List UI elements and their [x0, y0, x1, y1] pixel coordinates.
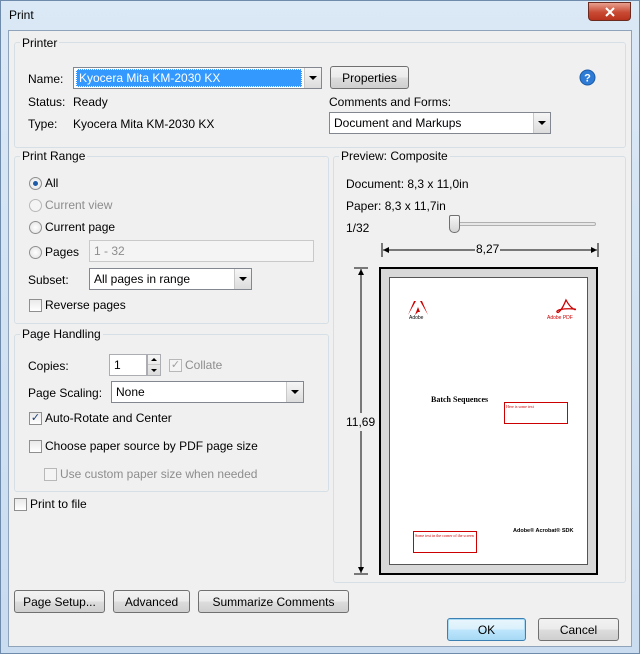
- height-dimension-label: 11,69: [346, 413, 376, 431]
- svg-text:?: ?: [584, 73, 591, 85]
- reverse-pages-label[interactable]: Reverse pages: [45, 298, 126, 312]
- name-label: Name:: [28, 72, 64, 86]
- auto-rotate-label[interactable]: Auto-Rotate and Center: [45, 411, 172, 425]
- page-slider-thumb[interactable]: [449, 215, 460, 233]
- paper-source-checkbox[interactable]: [29, 440, 42, 453]
- pages-range-input: 1 - 32: [89, 240, 314, 262]
- annotation-text-2: Some text in the corner of the screen: [415, 533, 474, 538]
- comments-forms-value: Document and Markups: [334, 116, 462, 130]
- properties-button[interactable]: Properties: [330, 66, 409, 89]
- page-indicator: 1/32: [346, 221, 370, 235]
- reverse-pages-checkbox[interactable]: [29, 299, 42, 312]
- auto-rotate-checkbox[interactable]: ✓: [29, 412, 42, 425]
- summarize-comments-button[interactable]: Summarize Comments: [198, 590, 349, 613]
- help-icon[interactable]: ?: [579, 69, 596, 86]
- print-to-file-checkbox[interactable]: [14, 498, 27, 511]
- copies-input[interactable]: 1: [109, 354, 147, 376]
- chevron-down-icon[interactable]: [533, 113, 550, 133]
- paper-size-text: Paper: 8,3 x 11,7in: [346, 199, 446, 213]
- custom-paper-size-checkbox: [44, 468, 57, 481]
- subset-select[interactable]: All pages in range: [89, 268, 252, 290]
- page-preview-sheet: Adobe Adobe PDF Batch Sequences Here is …: [389, 277, 588, 565]
- advanced-button[interactable]: Advanced: [113, 590, 190, 613]
- pdf-logo-text: Adobe PDF: [547, 315, 573, 321]
- printer-name-select[interactable]: Kyocera Mita KM-2030 KX: [73, 67, 322, 89]
- paper-source-label[interactable]: Choose paper source by PDF page size: [45, 439, 258, 453]
- collate-label: Collate: [185, 358, 223, 372]
- page-scaling-value: None: [116, 385, 145, 399]
- window-title: Print: [9, 8, 34, 22]
- pdf-logo-icon: [556, 298, 577, 314]
- radio-pages-label[interactable]: Pages: [45, 245, 79, 259]
- radio-current-view: [29, 199, 42, 212]
- page-heading: Batch Sequences: [431, 395, 489, 404]
- type-label: Type:: [28, 117, 58, 131]
- page-scaling-label: Page Scaling:: [28, 386, 103, 400]
- radio-pages[interactable]: [29, 246, 42, 259]
- status-label: Status:: [28, 95, 66, 109]
- adobe-logo-icon: [408, 301, 428, 315]
- comments-forms-label: Comments and Forms:: [329, 95, 452, 109]
- cancel-button[interactable]: Cancel: [538, 618, 619, 641]
- print-range-label: Print Range: [20, 149, 88, 163]
- radio-all[interactable]: [29, 177, 42, 190]
- printer-group-label: Printer: [20, 36, 60, 50]
- document-size-text: Document: 8,3 x 11,0in: [346, 177, 469, 191]
- annotation-box-1: Here is some text: [504, 402, 568, 424]
- type-value: Kyocera Mita KM-2030 KX: [73, 117, 215, 131]
- subset-label: Subset:: [28, 273, 69, 287]
- chevron-down-icon[interactable]: [286, 382, 303, 402]
- radio-current-page-label[interactable]: Current page: [45, 220, 115, 234]
- dialog-client-area: Printer Name: Kyocera Mita KM-2030 KX Pr…: [8, 30, 632, 647]
- annotation-box-2: Some text in the corner of the screen: [413, 531, 477, 553]
- width-dimension-label: 8,27: [475, 242, 501, 256]
- chevron-down-icon[interactable]: [234, 269, 251, 289]
- ok-button[interactable]: OK: [447, 618, 526, 641]
- subset-value: All pages in range: [94, 272, 191, 286]
- page-preview-frame: Adobe Adobe PDF Batch Sequences Here is …: [379, 267, 598, 575]
- radio-current-page[interactable]: [29, 221, 42, 234]
- custom-paper-size-label: Use custom paper size when needed: [60, 467, 258, 481]
- page-scaling-select[interactable]: None: [111, 381, 304, 403]
- close-button[interactable]: [588, 2, 631, 21]
- page-slider-track[interactable]: [449, 222, 596, 226]
- close-icon: [604, 6, 615, 17]
- title-bar[interactable]: Print: [1, 1, 639, 29]
- copies-stepper[interactable]: [147, 354, 161, 376]
- stepper-down-icon[interactable]: [148, 365, 160, 375]
- footer-brand: Adobe® Acrobat® SDK: [513, 528, 574, 534]
- preview-label: Preview: Composite: [339, 149, 450, 163]
- adobe-logo-text: Adobe: [409, 315, 424, 321]
- radio-all-label[interactable]: All: [45, 176, 58, 190]
- radio-current-view-label: Current view: [45, 198, 113, 212]
- annotation-text-1: Here is some text: [506, 404, 534, 409]
- comments-forms-select[interactable]: Document and Markups: [329, 112, 551, 134]
- page-handling-label: Page Handling: [20, 327, 103, 341]
- stepper-up-icon[interactable]: [148, 355, 160, 365]
- copies-label: Copies:: [28, 359, 69, 373]
- printer-name-value: Kyocera Mita KM-2030 KX: [76, 69, 302, 87]
- print-to-file-label[interactable]: Print to file: [30, 497, 87, 511]
- chevron-down-icon[interactable]: [304, 68, 321, 88]
- page-setup-button[interactable]: Page Setup...: [14, 590, 105, 613]
- status-value: Ready: [73, 95, 108, 109]
- collate-checkbox: ✓: [169, 359, 182, 372]
- print-dialog-window: Print Printer Name: Kyocera Mita KM-2030…: [0, 0, 640, 654]
